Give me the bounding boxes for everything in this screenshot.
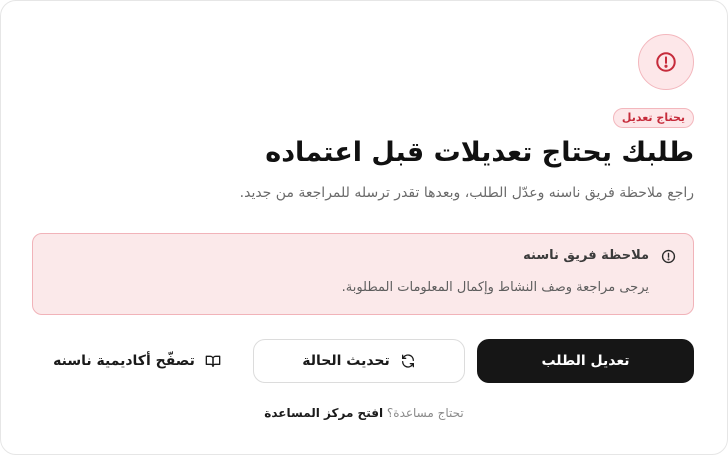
team-note: ملاحظة فريق ناسنه يرجى مراجعة وصف النشاط… — [32, 233, 694, 315]
status-badge: يحتاج تعديل — [612, 108, 694, 128]
status-card: يحتاج تعديل طلبك يحتاج تعديلات قبل اعتما… — [0, 0, 728, 455]
page-subtitle: راجع ملاحظة فريق ناسنه وعدّل الطلب، وبعد… — [239, 185, 694, 201]
help-prompt: تحتاج مساعدة؟ — [386, 406, 464, 420]
edit-request-button[interactable]: تعديل الطلب — [477, 339, 694, 383]
note-title: ملاحظة فريق ناسنه — [523, 248, 649, 263]
refresh-icon — [400, 353, 416, 369]
academy-link-button[interactable]: تصفّح أكاديمية ناسنه — [53, 339, 221, 383]
academy-link-label: تصفّح أكاديمية ناسنه — [53, 353, 195, 369]
help-center-link[interactable]: افتح مركز المساعدة — [264, 406, 383, 420]
alert-circle-icon — [638, 34, 694, 90]
refresh-status-button[interactable]: تحديث الحالة — [253, 339, 465, 383]
note-body: يرجى مراجعة وصف النشاط وإكمال المعلومات … — [341, 280, 649, 295]
edit-request-label: تعديل الطلب — [541, 353, 630, 369]
alert-circle-icon — [660, 248, 676, 264]
page-title: طلبك يحتاج تعديلات قبل اعتماده — [265, 137, 694, 168]
refresh-status-label: تحديث الحالة — [302, 353, 390, 369]
help-footer: تحتاج مساعدة؟ افتح مركز المساعدة — [1, 404, 727, 422]
book-open-icon — [205, 353, 221, 369]
